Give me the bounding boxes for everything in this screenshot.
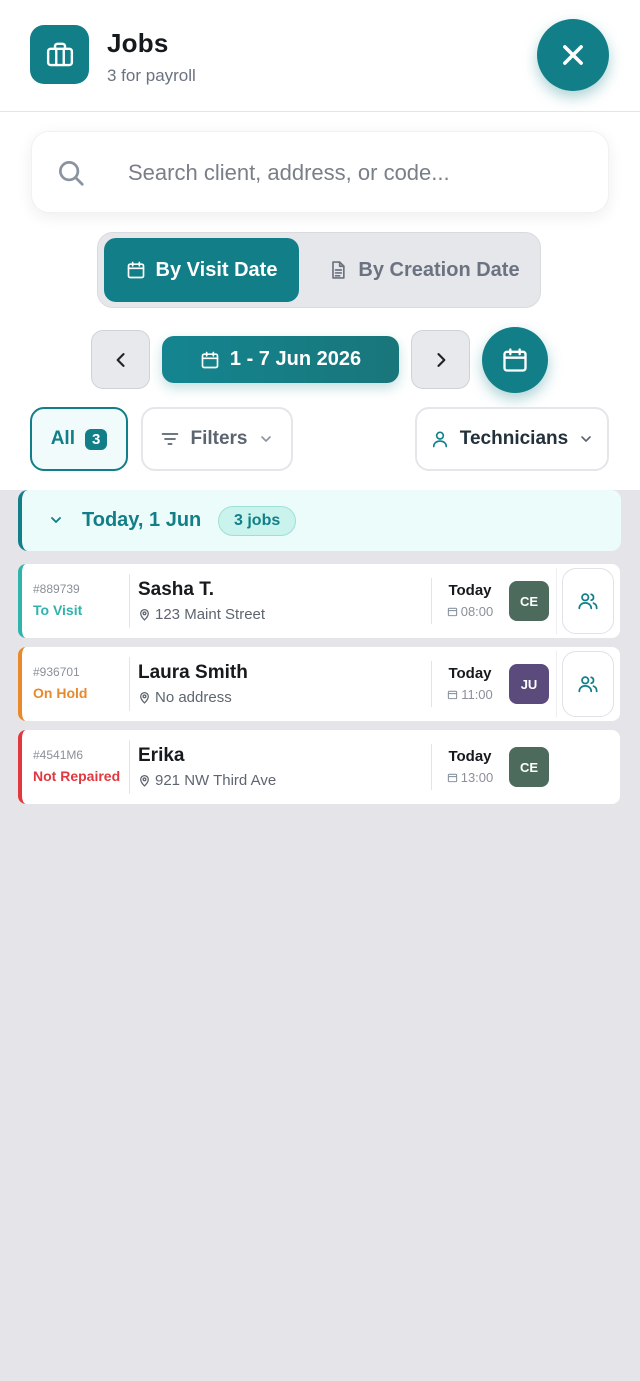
map-pin-icon — [140, 608, 149, 621]
date-range-label: 1 - 7 Jun 2026 — [229, 348, 362, 370]
technician-avatar: CE — [509, 581, 549, 621]
job-time: 11:00 — [442, 687, 498, 702]
prev-range-button[interactable] — [91, 330, 150, 389]
divider — [431, 578, 432, 624]
job-time-text: 13:00 — [460, 770, 494, 785]
group-title: Today, 1 Jun — [82, 509, 202, 531]
person-icon — [432, 431, 447, 448]
document-icon — [332, 261, 346, 279]
filter-all-chip[interactable]: All 3 — [30, 407, 128, 471]
job-client: Erika — [138, 745, 185, 766]
job-address: No address — [138, 689, 232, 706]
divider — [431, 744, 432, 790]
chevron-left-icon — [116, 352, 125, 367]
divider — [556, 568, 557, 634]
job-time-text: 08:00 — [460, 604, 494, 619]
job-row[interactable]: #936701 On Hold Laura Smith No address T… — [18, 647, 620, 721]
chevron-down-icon — [260, 436, 271, 442]
by-creation-date-tab[interactable]: By Creation Date — [313, 238, 535, 302]
job-code: #889739 — [33, 582, 80, 596]
page-subtitle: 3 for payroll — [107, 66, 196, 85]
calendar-icon — [127, 261, 144, 279]
date-group-header[interactable]: Today, 1 Jun 3 jobs — [18, 490, 621, 551]
divider — [129, 574, 130, 628]
job-row[interactable]: #4541M6 Not Repaired Erika 921 NW Third … — [18, 730, 620, 804]
close-button[interactable] — [537, 19, 609, 91]
job-address: 921 NW Third Ave — [138, 772, 276, 789]
calendar-picker-button[interactable] — [482, 327, 548, 393]
page-title: Jobs — [107, 28, 169, 58]
job-day: Today — [448, 665, 492, 682]
users-icon — [578, 593, 598, 610]
job-address-text: 921 NW Third Ave — [155, 772, 277, 789]
chevron-down-icon — [581, 436, 592, 442]
by-creation-date-label: By Creation Date — [358, 258, 520, 281]
search-bar — [31, 131, 609, 213]
filters-label: Filters — [190, 428, 248, 449]
map-pin-icon — [140, 774, 149, 787]
date-range-button[interactable]: 1 - 7 Jun 2026 — [162, 336, 399, 383]
job-time: 08:00 — [442, 604, 498, 619]
technician-avatar: JU — [509, 664, 549, 704]
filters-dropdown[interactable]: Filters — [141, 407, 293, 471]
app-header: Jobs 3 for payroll — [0, 0, 640, 112]
job-day: Today — [448, 582, 492, 599]
job-row[interactable]: #889739 To Visit Sasha T. 123 Maint Stre… — [18, 564, 620, 638]
date-mode-toggle: By Visit Date By Creation Date — [97, 232, 541, 308]
users-icon — [578, 676, 598, 693]
job-client: Sasha T. — [138, 579, 215, 600]
divider — [129, 657, 130, 711]
job-status: On Hold — [33, 685, 88, 701]
filter-lines-icon — [162, 433, 179, 445]
technicians-label: Technicians — [459, 428, 569, 449]
job-status: Not Repaired — [33, 768, 121, 784]
job-address: 123 Maint Street — [138, 606, 265, 623]
job-address-text: No address — [155, 689, 232, 706]
job-status: To Visit — [33, 602, 83, 618]
job-client: Laura Smith — [138, 662, 248, 683]
job-day: Today — [448, 748, 492, 765]
search-icon — [59, 161, 84, 186]
chevron-down-icon — [51, 517, 61, 523]
calendar-small-icon — [448, 690, 458, 700]
calendar-small-icon — [447, 773, 457, 783]
next-range-button[interactable] — [411, 330, 470, 389]
close-icon — [563, 45, 583, 65]
job-code: #4541M6 — [33, 748, 84, 762]
assign-team-button[interactable] — [562, 568, 614, 634]
by-visit-date-tab[interactable]: By Visit Date — [104, 238, 299, 302]
chevron-right-icon — [436, 352, 445, 367]
group-count-badge: 3 jobs — [218, 506, 297, 536]
job-time: 13:00 — [442, 770, 498, 785]
divider — [431, 661, 432, 707]
filter-all-count: 3 — [84, 428, 108, 450]
divider — [556, 651, 557, 717]
job-address-text: 123 Maint Street — [155, 606, 266, 623]
briefcase-icon — [30, 25, 89, 84]
filter-all-label: All — [50, 428, 75, 449]
calendar-icon — [503, 348, 527, 372]
job-time-text: 11:00 — [461, 687, 493, 702]
map-pin-icon — [140, 691, 149, 704]
by-visit-date-label: By Visit Date — [155, 258, 278, 281]
top-panel: Jobs 3 for payroll By Visit Date — [0, 0, 640, 490]
calendar-small-icon — [447, 607, 457, 617]
assign-team-button[interactable] — [562, 651, 614, 717]
search-input[interactable] — [128, 152, 588, 194]
technician-avatar: CE — [509, 747, 549, 787]
job-code: #936701 — [33, 665, 80, 679]
technicians-dropdown[interactable]: Technicians — [415, 407, 609, 471]
divider — [129, 740, 130, 794]
calendar-icon — [201, 351, 219, 368]
